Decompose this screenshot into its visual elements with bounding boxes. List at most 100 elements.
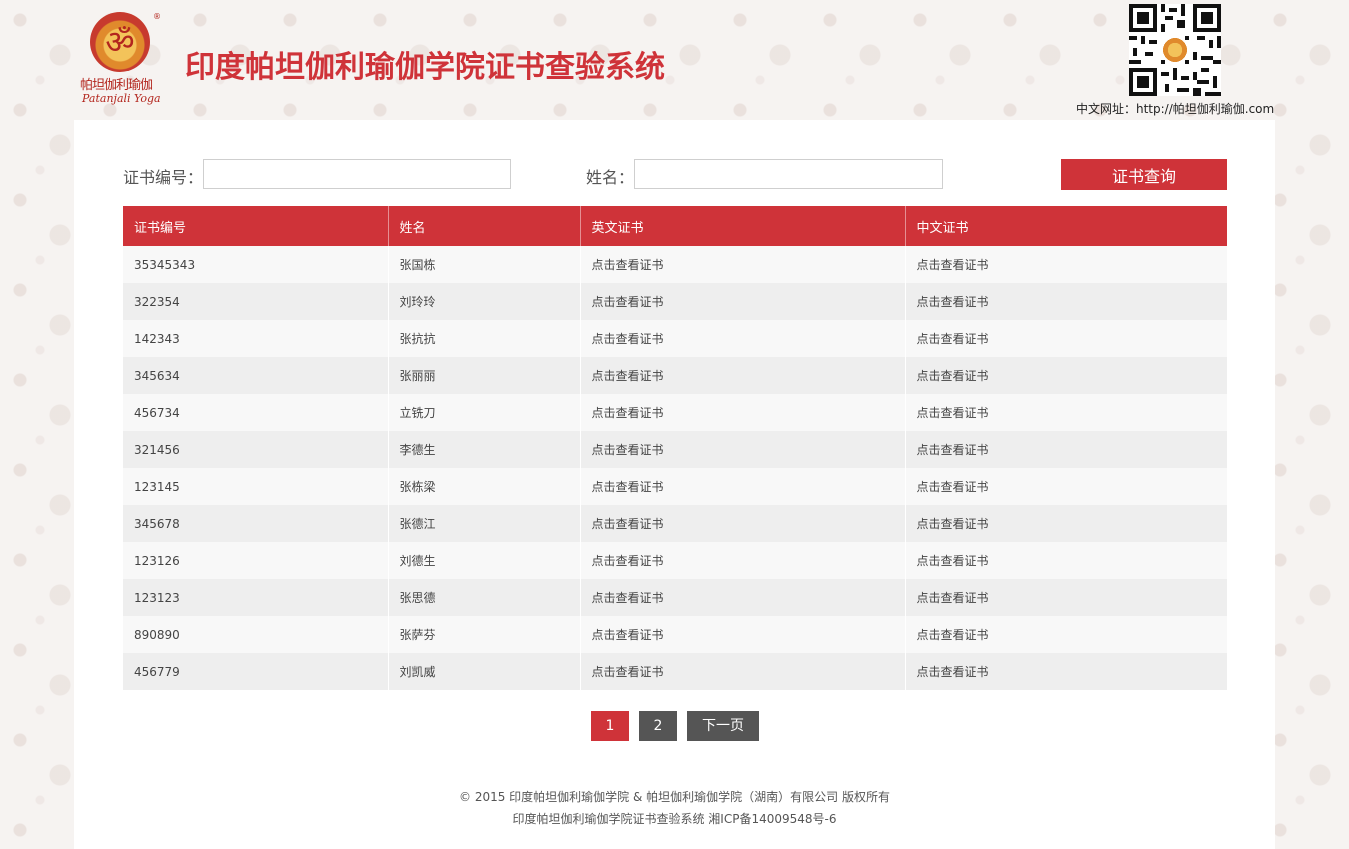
name-cell: 刘凯威 xyxy=(399,665,436,679)
name-cell: 李德生 xyxy=(399,443,436,457)
en-cert-link[interactable]: 点击查看证书 xyxy=(592,332,664,346)
table-cell: 张栋梁 xyxy=(388,468,581,505)
cn-cert-link[interactable]: 点击查看证书 xyxy=(917,443,989,457)
cert-no-input[interactable] xyxy=(203,159,511,189)
table-cell: 点击查看证书 xyxy=(905,468,1227,505)
cn-cert-link[interactable]: 点击查看证书 xyxy=(917,332,989,346)
table-cell: 张抗抗 xyxy=(388,320,581,357)
table-cell: 张丽丽 xyxy=(388,357,581,394)
en-cert-link[interactable]: 点击查看证书 xyxy=(592,554,664,568)
table-cell: 点击查看证书 xyxy=(905,505,1227,542)
table-cell: 123123 xyxy=(123,579,389,616)
cert-no-cell: 123123 xyxy=(134,590,180,605)
table-cell: 张萨芬 xyxy=(388,616,581,653)
table-cell: 456734 xyxy=(123,394,389,431)
table-cell: 点击查看证书 xyxy=(580,357,906,394)
table-cell: 张思德 xyxy=(388,579,581,616)
logo[interactable]: ॐ ® 帕坦伽利瑜伽 Patanjali Yoga xyxy=(80,12,172,108)
cert-no-cell: 142343 xyxy=(134,331,180,346)
footer-copyright: © 2015 印度帕坦伽利瑜伽学院 & 帕坦伽利瑜伽学院（湖南）有限公司 版权所… xyxy=(459,790,890,804)
name-cell: 张德江 xyxy=(399,517,436,531)
table-cell: 点击查看证书 xyxy=(580,542,906,579)
en-cert-link[interactable]: 点击查看证书 xyxy=(592,665,664,679)
name-cell: 刘玲玲 xyxy=(399,295,436,309)
en-cert-link[interactable]: 点击查看证书 xyxy=(592,369,664,383)
en-cert-link[interactable]: 点击查看证书 xyxy=(592,295,664,309)
page-1-button[interactable]: 1 xyxy=(591,711,629,741)
en-cert-link[interactable]: 点击查看证书 xyxy=(592,480,664,494)
name-cell: 立铣刀 xyxy=(399,406,436,420)
table-header-row: 证书编号 姓名 英文证书 中文证书 xyxy=(123,206,1227,246)
query-button[interactable]: 证书查询 xyxy=(1061,159,1227,190)
name-cell: 张思德 xyxy=(399,591,436,605)
cert-no-cell: 345634 xyxy=(134,368,180,383)
cn-cert-link[interactable]: 点击查看证书 xyxy=(917,591,989,605)
cert-no-cell: 456734 xyxy=(134,405,180,420)
table-cell: 刘玲玲 xyxy=(388,283,581,320)
logo-trademark: ® xyxy=(153,12,161,21)
cn-cert-link[interactable]: 点击查看证书 xyxy=(917,369,989,383)
table-row: 456779 刘凯威 点击查看证书 点击查看证书 xyxy=(123,653,1227,690)
table-cell: 点击查看证书 xyxy=(580,505,906,542)
table-cell: 张国栋 xyxy=(388,246,581,283)
en-cert-link[interactable]: 点击查看证书 xyxy=(592,628,664,642)
cert-table-body: 35345343 张国栋 点击查看证书 点击查看证书 322354 刘玲玲 点击查看证书 点击… xyxy=(123,246,1227,690)
table-cell: 立铣刀 xyxy=(388,394,581,431)
table-cell: 点击查看证书 xyxy=(905,616,1227,653)
table-row: 322354 刘玲玲 点击查看证书 点击查看证书 xyxy=(123,283,1227,320)
name-label: 姓名： xyxy=(586,168,635,187)
table-cell: 点击查看证书 xyxy=(580,431,906,468)
cn-cert-link[interactable]: 点击查看证书 xyxy=(917,406,989,420)
cn-cert-link[interactable]: 点击查看证书 xyxy=(917,517,989,531)
table-cell: 李德生 xyxy=(388,431,581,468)
cert-table: 证书编号 姓名 英文证书 中文证书 35345343 张国栋 点击查看证书 点击查看证… xyxy=(123,206,1227,690)
cert-no-cell: 321456 xyxy=(134,442,180,457)
table-row: 142343 张抗抗 点击查看证书 点击查看证书 xyxy=(123,320,1227,357)
table-row: 345634 张丽丽 点击查看证书 点击查看证书 xyxy=(123,357,1227,394)
cert-no-cell: 123126 xyxy=(134,553,180,568)
table-cell: 点击查看证书 xyxy=(580,283,906,320)
table-cell: 点击查看证书 xyxy=(905,431,1227,468)
cert-no-cell: 345678 xyxy=(134,516,180,531)
name-input[interactable] xyxy=(634,159,943,189)
column-header-name: 姓名 xyxy=(388,206,581,246)
cert-no-cell: 890890 xyxy=(134,627,180,642)
cn-cert-link[interactable]: 点击查看证书 xyxy=(917,628,989,642)
table-cell: 点击查看证书 xyxy=(905,283,1227,320)
table-cell: 142343 xyxy=(123,320,389,357)
om-symbol-icon: ॐ xyxy=(105,23,135,61)
table-row: 123126 刘德生 点击查看证书 点击查看证书 xyxy=(123,542,1227,579)
table-cell: 123126 xyxy=(123,542,389,579)
name-cell: 张抗抗 xyxy=(399,332,436,346)
footer-icp[interactable]: 印度帕坦伽利瑜伽学院证书查验系统 湘ICP备14009548号-6 xyxy=(74,810,1275,827)
en-cert-link[interactable]: 点击查看证书 xyxy=(592,258,664,272)
cn-cert-link[interactable]: 点击查看证书 xyxy=(917,295,989,309)
site-url-label[interactable]: 中文网址：http://帕坦伽利瑜伽.com xyxy=(1076,100,1274,117)
logo-cn-text: 帕坦伽利瑜伽 xyxy=(80,78,153,93)
page-2-button[interactable]: 2 xyxy=(639,711,677,741)
en-cert-link[interactable]: 点击查看证书 xyxy=(592,406,664,420)
table-cell: 点击查看证书 xyxy=(905,246,1227,283)
table-cell: 刘凯威 xyxy=(388,653,581,690)
table-row: 456734 立铣刀 点击查看证书 点击查看证书 xyxy=(123,394,1227,431)
en-cert-link[interactable]: 点击查看证书 xyxy=(592,443,664,457)
cn-cert-link[interactable]: 点击查看证书 xyxy=(917,258,989,272)
name-cell: 张丽丽 xyxy=(399,369,436,383)
logo-en-text: Patanjali Yoga xyxy=(82,92,161,105)
name-cell: 张萨芬 xyxy=(399,628,436,642)
cn-cert-link[interactable]: 点击查看证书 xyxy=(917,665,989,679)
table-cell: 321456 xyxy=(123,431,389,468)
cn-cert-link[interactable]: 点击查看证书 xyxy=(917,554,989,568)
qr-code-icon xyxy=(1129,4,1221,96)
cn-cert-link[interactable]: 点击查看证书 xyxy=(917,480,989,494)
en-cert-link[interactable]: 点击查看证书 xyxy=(592,591,664,605)
table-cell: 刘德生 xyxy=(388,542,581,579)
table-cell: 点击查看证书 xyxy=(580,579,906,616)
en-cert-link[interactable]: 点击查看证书 xyxy=(592,517,664,531)
table-cell: 点击查看证书 xyxy=(580,320,906,357)
table-cell: 点击查看证书 xyxy=(580,468,906,505)
column-header-cn-cert: 中文证书 xyxy=(905,206,1227,246)
table-cell: 123145 xyxy=(123,468,389,505)
table-row: 123145 张栋梁 点击查看证书 点击查看证书 xyxy=(123,468,1227,505)
next-page-button[interactable]: 下一页 xyxy=(687,711,759,741)
